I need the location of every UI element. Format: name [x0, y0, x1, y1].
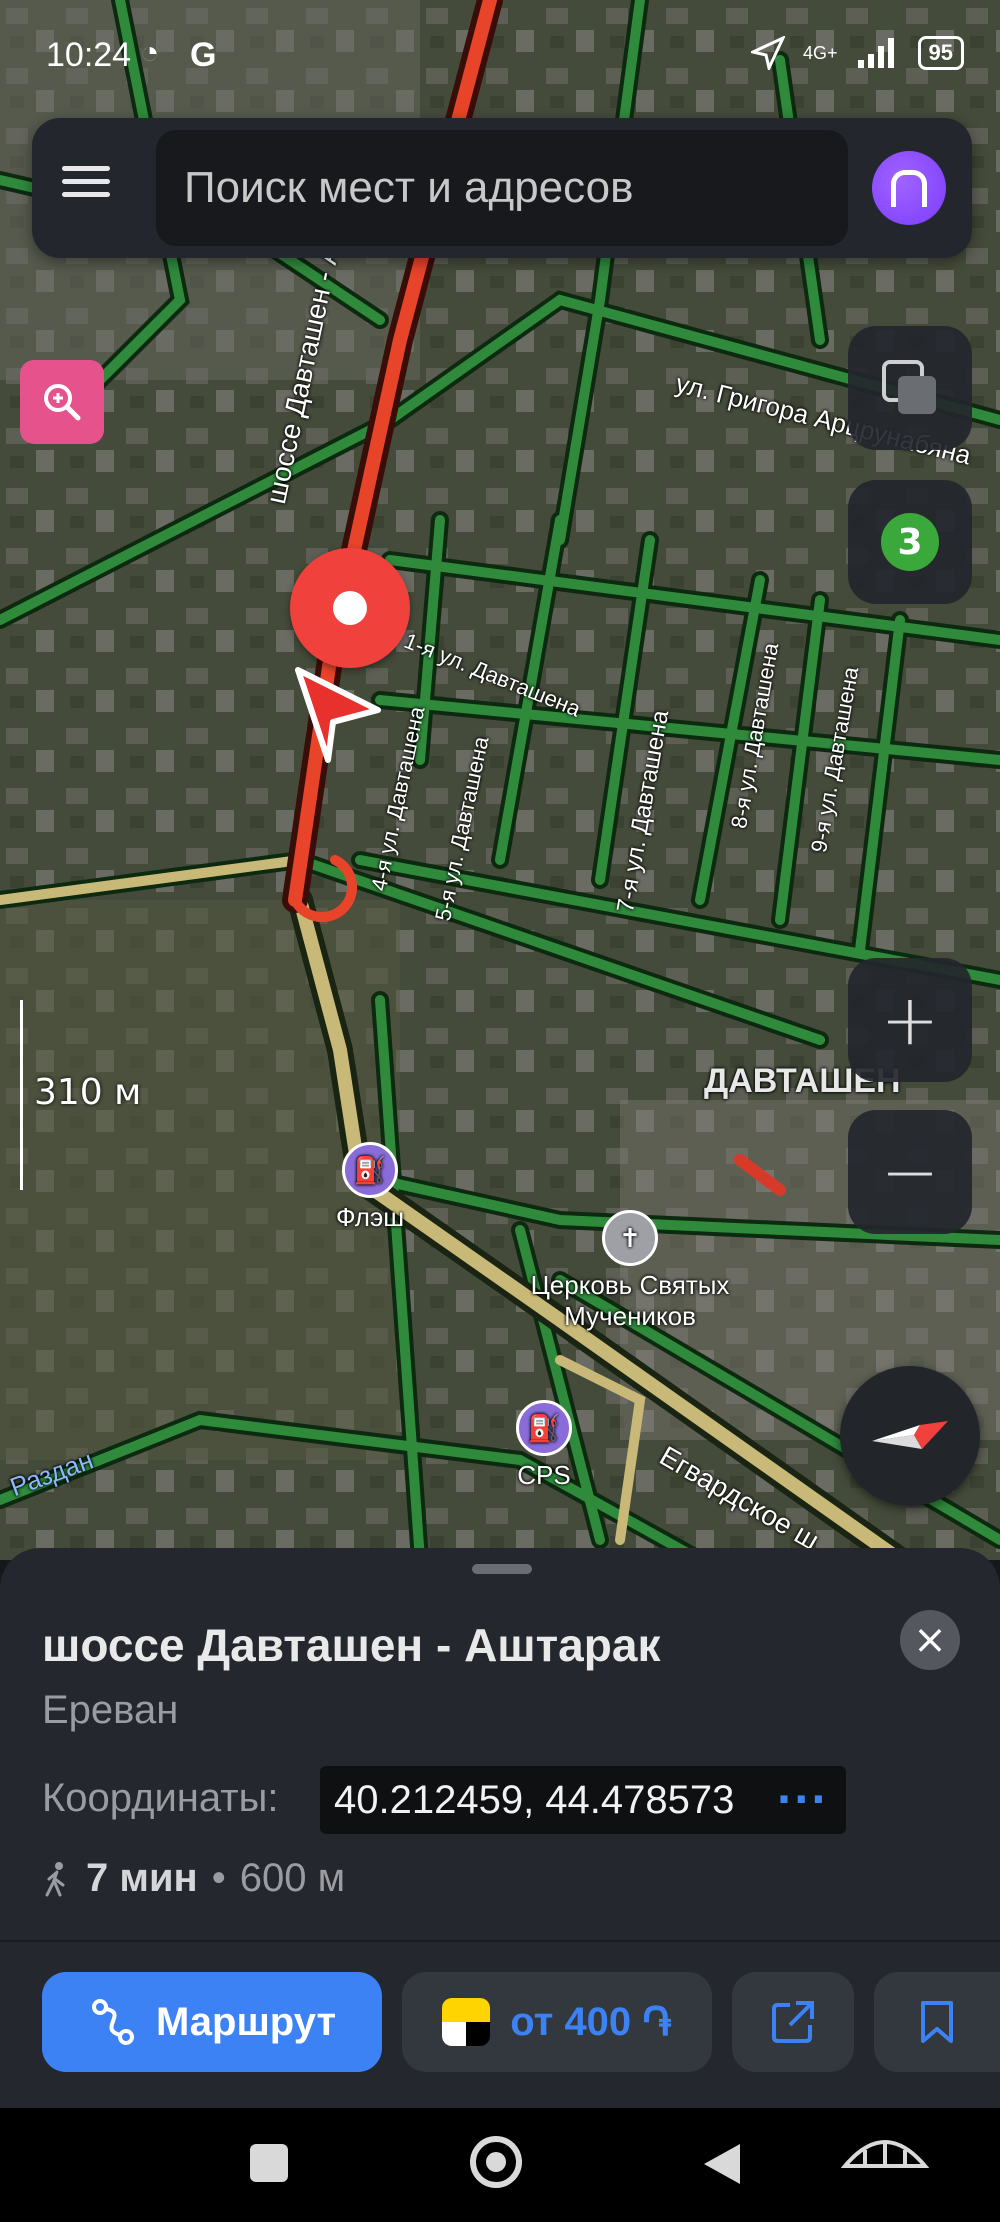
pin-center-icon: [333, 591, 367, 625]
recents-button[interactable]: [250, 2144, 288, 2182]
traffic-button[interactable]: 3: [848, 480, 972, 604]
share-button[interactable]: [732, 1972, 854, 2072]
bookmark-button[interactable]: [874, 1972, 1000, 2072]
alice-voice-button[interactable]: [872, 151, 946, 225]
walk-distance: 600 м: [239, 1856, 346, 1900]
taxi-price: от 400 ֏: [510, 1999, 672, 2044]
close-icon: ×: [913, 1617, 947, 1663]
search-bar: Поиск мест и адресов: [32, 118, 972, 258]
traffic-level-badge: 3: [881, 513, 939, 571]
status-bar: 10:24 ◔ G 4G+ 95: [0, 0, 1000, 110]
coordinates-label: Координаты:: [42, 1776, 279, 1820]
poi-label: CPS: [517, 1460, 571, 1490]
network-type: 4G+: [802, 42, 838, 63]
gas-station-icon: ⛽: [342, 1142, 398, 1198]
scale-label: 310 м: [34, 1072, 142, 1113]
location-arrow-icon: [750, 36, 785, 70]
extra-app-button[interactable]: [840, 2128, 930, 2182]
menu-button[interactable]: [62, 158, 122, 218]
location-pin[interactable]: [290, 548, 410, 668]
poi-label: Мучеников: [564, 1301, 696, 1331]
back-button[interactable]: [702, 2142, 742, 2190]
poi-label: Церковь Святых: [530, 1270, 730, 1300]
menu-icon: [62, 166, 122, 197]
poi-cps-gas-station[interactable]: ⛽ CPS: [504, 1400, 584, 1491]
taxi-icon: [442, 1998, 491, 2046]
layers-icon: [882, 360, 936, 414]
route-icon: [91, 1999, 134, 2045]
place-city: Ереван: [42, 1688, 179, 1732]
poi-flash-gas-station[interactable]: ⛽ Флэш: [330, 1142, 410, 1233]
bookmark-icon: [921, 2001, 953, 2043]
battery-indicator: 95: [917, 36, 964, 70]
sheet-divider: [0, 1940, 1000, 1942]
compass-button[interactable]: [840, 1366, 980, 1506]
taxi-button[interactable]: от 400 ֏: [402, 1972, 712, 2072]
share-icon: [772, 2001, 814, 2043]
dome-icon: [840, 2140, 930, 2168]
status-right: 4G+ 95: [750, 36, 964, 70]
walk-info: 7 мин • 600 м: [42, 1856, 345, 1901]
scale-bar: [20, 1000, 23, 1190]
alice-icon: [891, 169, 927, 207]
search-placeholder: Поиск мест и адресов: [184, 163, 634, 212]
walk-separator: •: [211, 1856, 226, 1900]
zoom-search-button[interactable]: [20, 360, 104, 444]
route-label: Маршрут: [155, 1999, 337, 2044]
zoom-search-icon: [44, 384, 81, 421]
poi-church[interactable]: ✝ Церковь Святых Мучеников: [510, 1210, 750, 1332]
home-button[interactable]: [470, 2136, 522, 2188]
status-time: 10:24: [46, 36, 132, 74]
circle-icon: [470, 2136, 522, 2188]
user-position-arrow-icon: [295, 667, 381, 763]
signal-icon: [857, 38, 894, 68]
alarm-icon: ◔: [140, 34, 160, 70]
coordinates-more-button[interactable]: ···: [776, 1777, 828, 1823]
walk-time: 7 мин: [86, 1856, 198, 1900]
zoom-out-button[interactable]: −: [848, 1110, 972, 1234]
google-icon: G: [190, 36, 217, 74]
poi-label: Флэш: [335, 1202, 405, 1232]
system-nav-bar: [0, 2108, 1000, 2222]
search-input[interactable]: Поиск мест и адресов: [156, 130, 848, 246]
sheet-drag-handle[interactable]: [472, 1564, 532, 1574]
close-button[interactable]: ×: [900, 1610, 960, 1670]
square-icon: [250, 2144, 288, 2182]
place-card-sheet: шоссе Давташен - Аштарак Ереван × Коорди…: [0, 1548, 1000, 2108]
coordinates-field[interactable]: 40.212459, 44.478573 ···: [320, 1766, 846, 1834]
church-icon: ✝: [602, 1210, 658, 1266]
layers-button[interactable]: [848, 326, 972, 450]
route-button[interactable]: Маршрут: [42, 1972, 382, 2072]
coordinates-value: 40.212459, 44.478573: [334, 1777, 735, 1822]
walk-icon: [45, 1861, 65, 1896]
back-triangle-icon: [704, 2144, 740, 2184]
zoom-in-button[interactable]: +: [848, 958, 972, 1082]
place-title: шоссе Давташен - Аштарак: [42, 1619, 661, 1671]
compass-icon: [872, 1421, 948, 1449]
gas-station-icon: ⛽: [516, 1400, 572, 1456]
